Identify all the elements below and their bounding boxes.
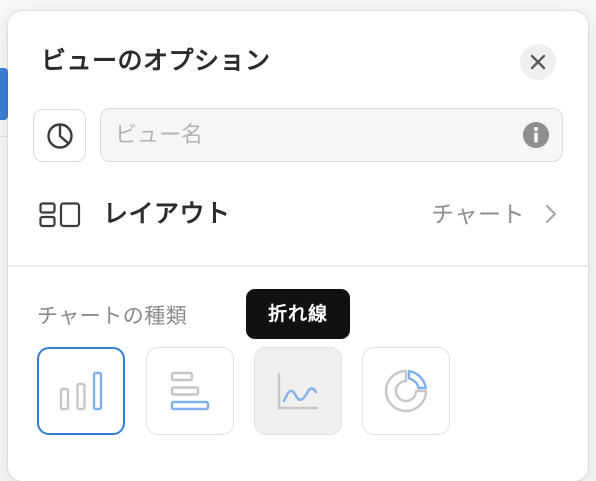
background-selected-view-indicator: [0, 68, 8, 120]
layout-setting-row[interactable]: レイアウト チャート: [33, 192, 563, 238]
horizontal-bar-chart-icon: [170, 371, 210, 411]
chevron-right-icon: [545, 204, 557, 224]
view-name-field[interactable]: [100, 108, 563, 162]
close-icon: [530, 54, 546, 70]
view-name-input[interactable]: [101, 109, 501, 161]
info-icon[interactable]: [522, 121, 550, 149]
view-options-panel: ビューのオプション レイアウト チャート チャートの種類: [8, 11, 588, 481]
chart-type-horizontal-bar[interactable]: [146, 347, 234, 435]
chart-type-line[interactable]: [254, 347, 342, 435]
chart-type-label: チャートの種類: [37, 304, 188, 328]
layout-label: レイアウト: [103, 199, 231, 228]
layout-value: チャート: [431, 202, 525, 228]
section-divider: [8, 265, 588, 267]
vertical-bar-chart-icon: [59, 371, 103, 411]
view-icon-button[interactable]: [33, 109, 86, 162]
chart-type-tooltip: 折れ線: [246, 289, 350, 339]
pie-chart-icon: [46, 122, 73, 149]
close-button[interactable]: [520, 44, 556, 80]
chart-type-vertical-bar[interactable]: [37, 347, 125, 435]
line-chart-icon: [277, 372, 319, 410]
layout-icon: [39, 202, 81, 228]
chart-type-donut[interactable]: [362, 347, 450, 435]
panel-title: ビューのオプション: [41, 46, 271, 75]
donut-chart-icon: [384, 369, 428, 413]
